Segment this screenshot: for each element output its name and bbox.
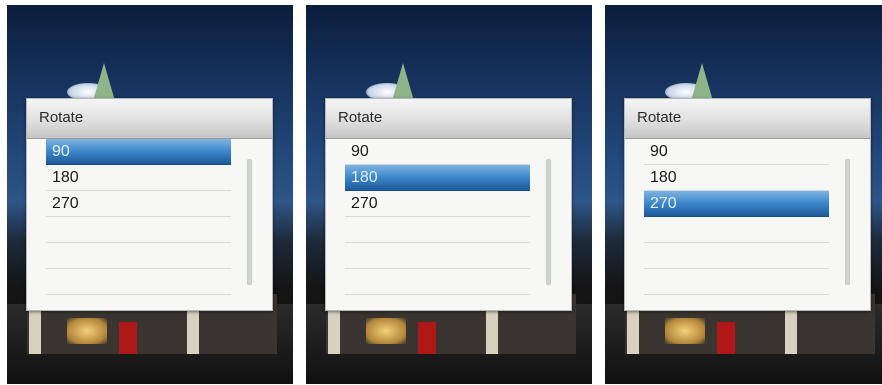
option-label: 180 — [52, 169, 79, 186]
option-label: 90 — [351, 143, 369, 160]
light — [665, 318, 705, 344]
option-270[interactable]: 270 — [345, 191, 530, 217]
dialog-title: Rotate — [338, 109, 383, 126]
empty-row — [46, 269, 231, 295]
door — [717, 322, 735, 354]
rotate-dialog: Rotate 90 180 270 — [325, 98, 572, 311]
scrollbar[interactable] — [247, 159, 252, 285]
spire — [392, 63, 414, 101]
screen-2: Rotate 90 180 270 — [306, 5, 592, 384]
dialog-title: Rotate — [637, 109, 682, 126]
rotate-dialog: Rotate 90 180 270 — [624, 98, 871, 311]
empty-row — [46, 243, 231, 269]
option-label: 270 — [351, 195, 378, 212]
option-180[interactable]: 180 — [46, 165, 231, 191]
option-label: 270 — [650, 195, 677, 212]
option-90[interactable]: 90 — [644, 139, 829, 165]
light — [366, 318, 406, 344]
option-label: 180 — [650, 169, 677, 186]
empty-row — [345, 217, 530, 243]
option-270[interactable]: 270 — [46, 191, 231, 217]
option-90[interactable]: 90 — [345, 139, 530, 165]
light — [67, 318, 107, 344]
rotate-options-list: 90 180 270 — [345, 139, 530, 295]
empty-row — [644, 243, 829, 269]
empty-row — [46, 217, 231, 243]
dialog-title: Rotate — [39, 109, 84, 126]
empty-row — [345, 243, 530, 269]
door — [119, 322, 137, 354]
scrollbar[interactable] — [546, 159, 551, 285]
option-180[interactable]: 180 — [644, 165, 829, 191]
screen-1: Rotate 90 180 270 — [7, 5, 293, 384]
door — [418, 322, 436, 354]
dialog-header: Rotate — [326, 99, 571, 139]
empty-row — [345, 269, 530, 295]
rotate-options-list: 90 180 270 — [644, 139, 829, 295]
spire — [691, 63, 713, 101]
empty-row — [644, 217, 829, 243]
rotate-options-list: 90 180 270 — [46, 139, 231, 295]
option-180[interactable]: 180 — [345, 165, 530, 191]
scrollbar[interactable] — [845, 159, 850, 285]
dialog-header: Rotate — [27, 99, 272, 139]
option-label: 270 — [52, 195, 79, 212]
rotate-dialog: Rotate 90 180 270 — [26, 98, 273, 311]
spire — [93, 63, 115, 101]
option-90[interactable]: 90 — [46, 139, 231, 165]
option-label: 90 — [52, 143, 70, 160]
option-label: 90 — [650, 143, 668, 160]
screen-3: Rotate 90 180 270 — [605, 5, 882, 384]
empty-row — [644, 269, 829, 295]
option-label: 180 — [351, 169, 378, 186]
dialog-header: Rotate — [625, 99, 870, 139]
option-270[interactable]: 270 — [644, 191, 829, 217]
